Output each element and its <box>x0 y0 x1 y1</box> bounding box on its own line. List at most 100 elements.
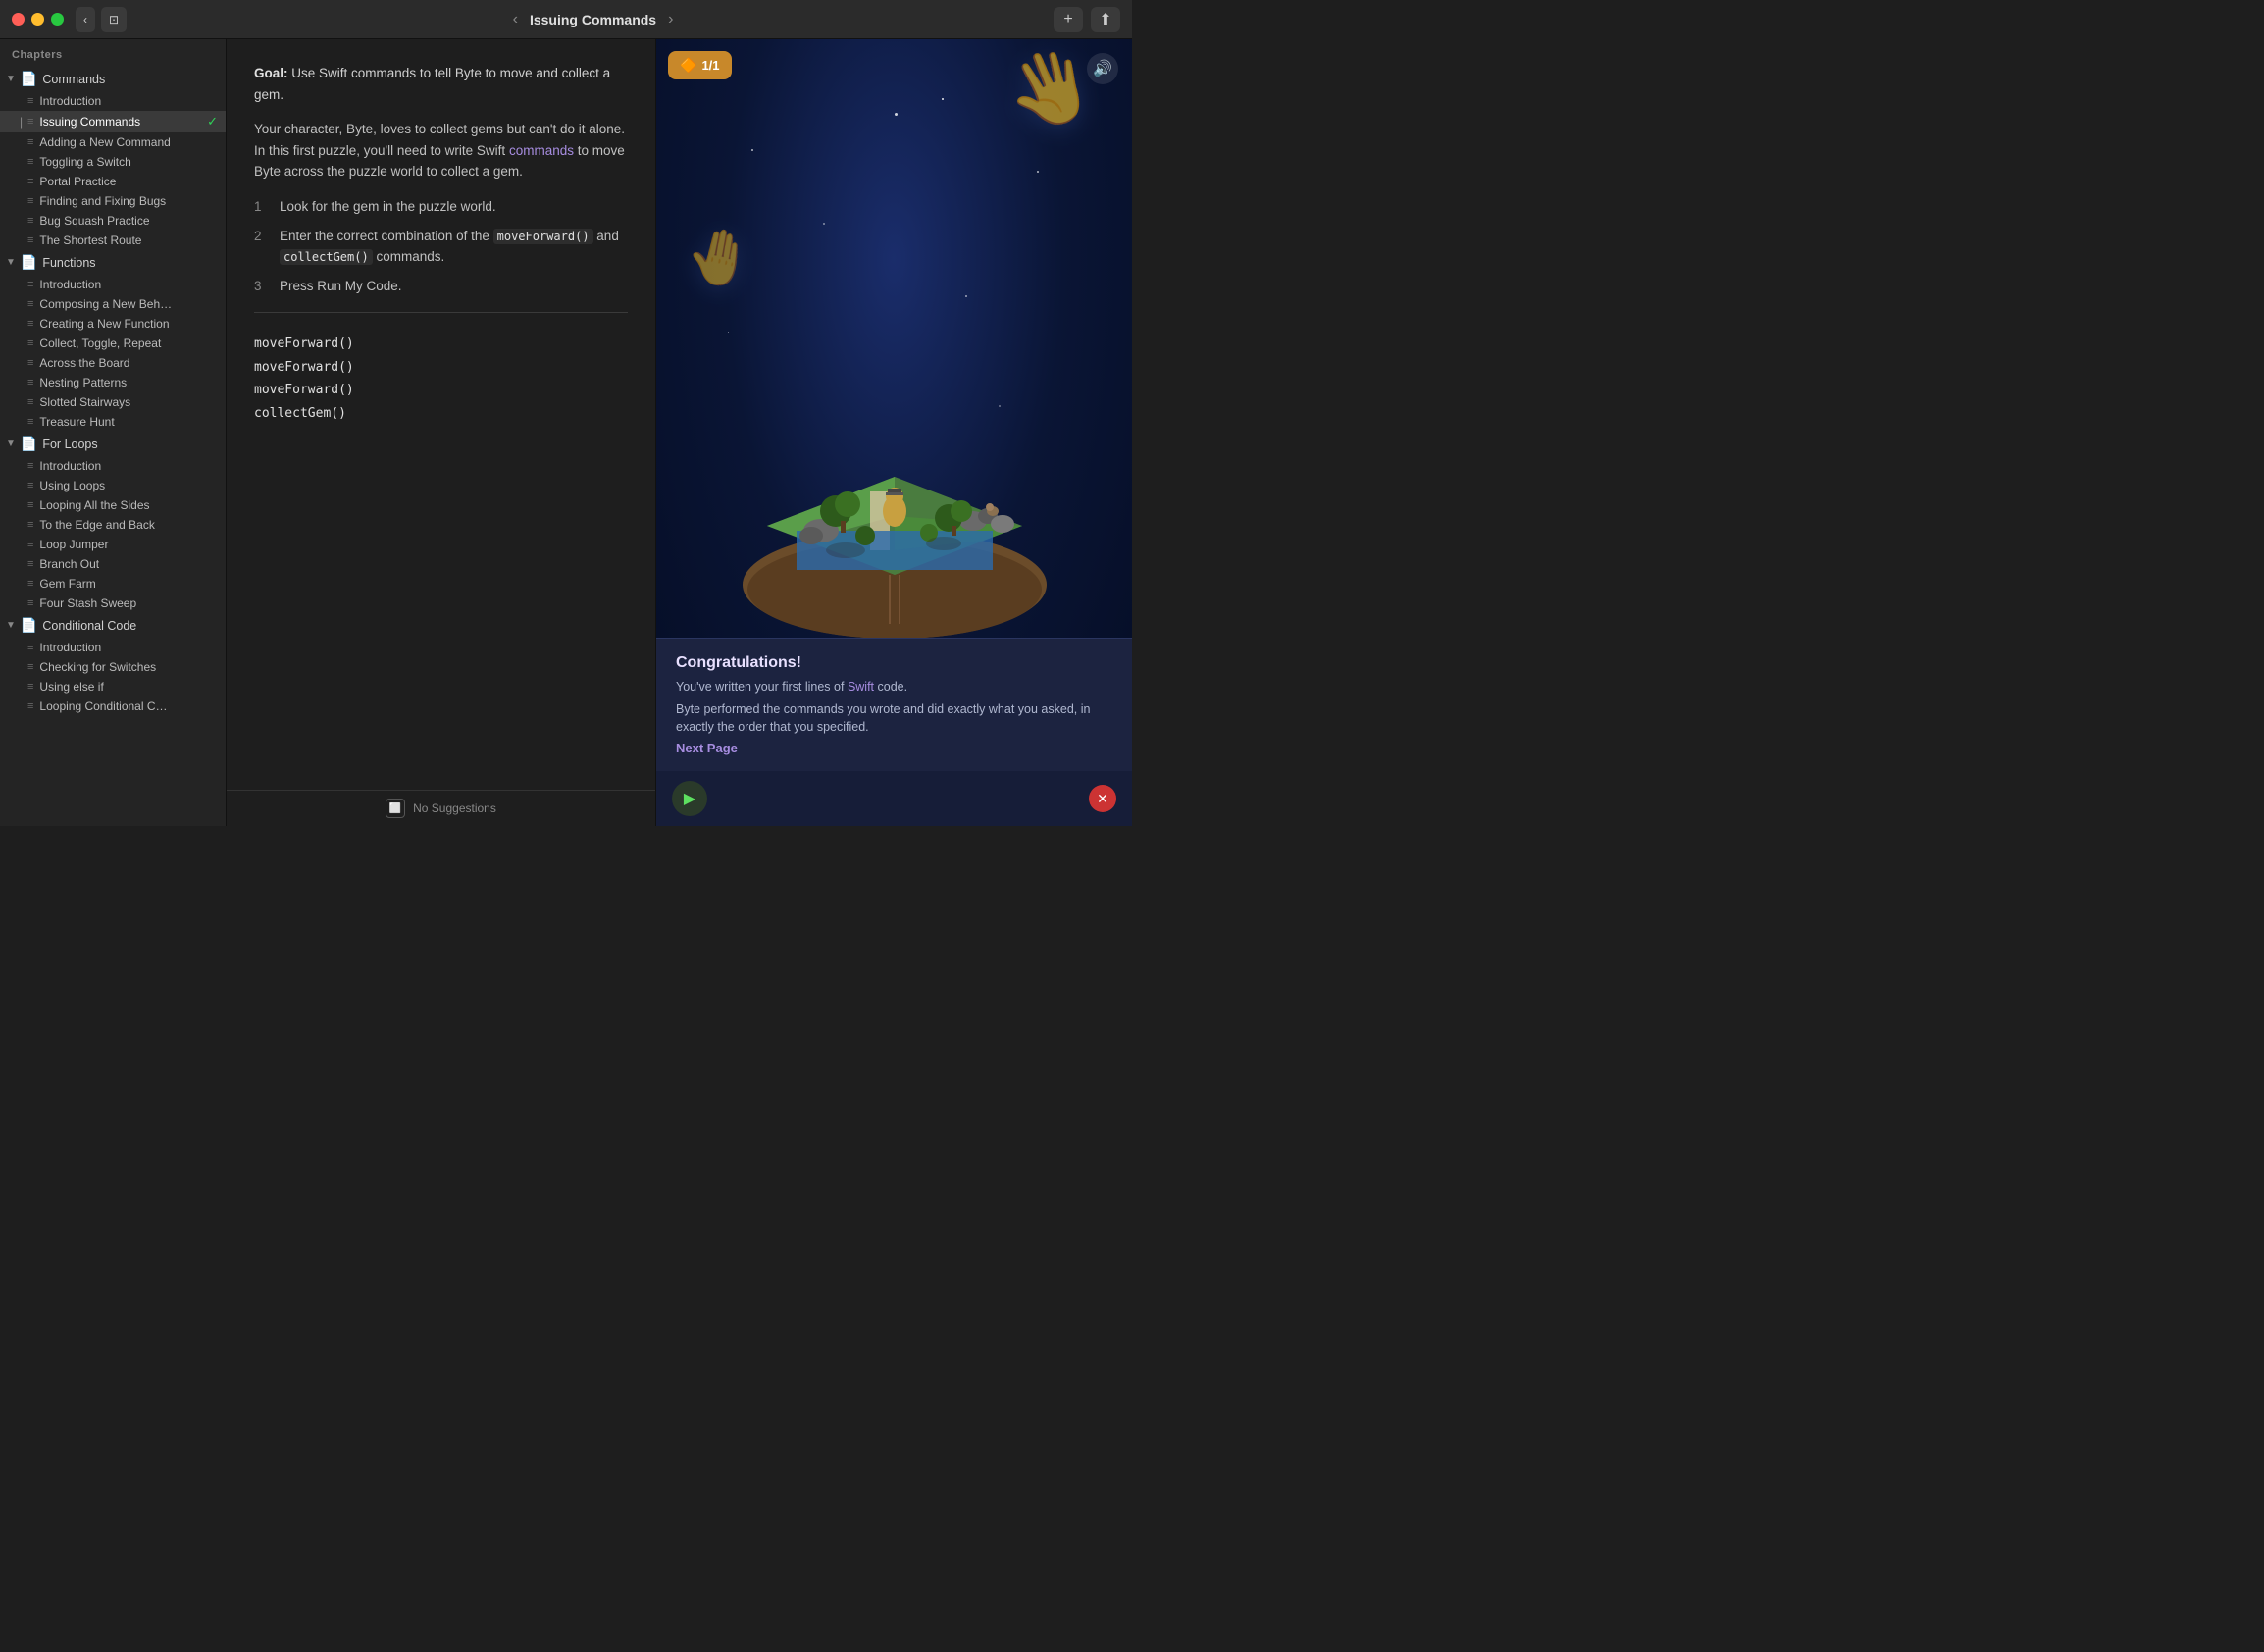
sidebar-item-gem-farm[interactable]: ≡ Gem Farm <box>0 574 226 594</box>
conditional-chevron: ▼ <box>6 620 16 631</box>
gem-icon: 🔶 <box>680 57 696 74</box>
list-icon: ≡ <box>27 116 33 128</box>
sidebar-item-forloops-intro[interactable]: ≡ Introduction <box>0 456 226 476</box>
congrats-panel: Congratulations! You've written your fir… <box>656 638 1132 771</box>
sidebar-item-slotted-stairways[interactable]: ≡ Slotted Stairways <box>0 392 226 412</box>
item-label: Bug Squash Practice <box>39 214 149 228</box>
code-block[interactable]: moveForward() moveForward() moveForward(… <box>254 329 628 429</box>
minimize-traffic-light[interactable] <box>31 13 44 26</box>
congrats-text-2: Byte performed the commands you wrote an… <box>676 700 1112 738</box>
close-traffic-light[interactable] <box>12 13 25 26</box>
sidebar-item-portal-practice[interactable]: ≡ Portal Practice <box>0 172 226 191</box>
volume-button[interactable]: 🔊 <box>1087 53 1118 84</box>
list-icon: ≡ <box>27 597 33 609</box>
sidebar-item-bug-squash[interactable]: ≡ Bug Squash Practice <box>0 211 226 231</box>
sidebar-item-to-edge-back[interactable]: ≡ To the Edge and Back <box>0 515 226 535</box>
sidebar-item-creating-new-function[interactable]: ≡ Creating a New Function <box>0 314 226 334</box>
fullscreen-traffic-light[interactable] <box>51 13 64 26</box>
step-2-num: 2 <box>254 226 268 268</box>
sidebar-item-adding-command[interactable]: ≡ Adding a New Command <box>0 132 226 152</box>
item-label: Using Loops <box>39 479 105 492</box>
sidebar-item-looping-all-sides[interactable]: ≡ Looping All the Sides <box>0 495 226 515</box>
sidebar-item-nesting-patterns[interactable]: ≡ Nesting Patterns <box>0 373 226 392</box>
list-icon: ≡ <box>27 377 33 388</box>
sidebar-item-shortest-route[interactable]: ≡ The Shortest Route <box>0 231 226 250</box>
list-icon: ≡ <box>27 681 33 693</box>
item-label: Treasure Hunt <box>39 415 114 429</box>
close-button[interactable]: ✕ <box>1089 785 1116 812</box>
functions-icon: 📄 <box>21 254 37 271</box>
sidebar-item-checking-switches[interactable]: ≡ Checking for Switches <box>0 657 226 677</box>
functions-section-label: Functions <box>42 256 95 270</box>
titlebar-center: ‹ Issuing Commands › <box>132 11 1054 28</box>
section-commands[interactable]: ▼ 📄 Commands <box>0 67 226 91</box>
list-icon: ≡ <box>27 318 33 330</box>
section-functions[interactable]: ▼ 📄 Functions <box>0 250 226 275</box>
layout-button[interactable]: ⊡ <box>101 7 127 32</box>
next-chapter-button[interactable]: › <box>668 11 673 28</box>
goal-text: Goal: Use Swift commands to tell Byte to… <box>254 63 628 105</box>
sidebar-item-functions-intro[interactable]: ≡ Introduction <box>0 275 226 294</box>
congrats-line1-end: code. <box>878 680 908 694</box>
sidebar-item-issuing-commands[interactable]: ≡ Issuing Commands ✓ <box>0 111 226 132</box>
code-line-3: moveForward() <box>254 379 628 401</box>
sidebar-item-commands-intro[interactable]: ≡ Introduction <box>0 91 226 111</box>
section-for-loops[interactable]: ▼ 📄 For Loops <box>0 432 226 456</box>
sidebar-item-looping-conditional[interactable]: ≡ Looping Conditional C… <box>0 697 226 716</box>
sidebar-item-using-else-if[interactable]: ≡ Using else if <box>0 677 226 697</box>
list-icon: ≡ <box>27 539 33 550</box>
next-page-button[interactable]: Next Page <box>676 741 738 755</box>
game-bottom-bar: ▶ ✕ <box>656 771 1132 826</box>
item-label: Composing a New Beh… <box>39 297 172 311</box>
hand-left: 🤚 <box>681 221 758 295</box>
item-label: Portal Practice <box>39 175 116 188</box>
code-collectgem: collectGem() <box>280 249 373 265</box>
titlebar: ‹ ⊡ ‹ Issuing Commands › + ⬆ <box>0 0 1132 39</box>
list-icon: ≡ <box>27 176 33 187</box>
commands-items: ≡ Introduction ≡ Issuing Commands ✓ ≡ Ad… <box>0 91 226 250</box>
list-icon: ≡ <box>27 416 33 428</box>
sidebar-item-four-stash-sweep[interactable]: ≡ Four Stash Sweep <box>0 594 226 613</box>
sidebar-item-finding-fixing-bugs[interactable]: ≡ Finding and Fixing Bugs <box>0 191 226 211</box>
sidebar-item-treasure-hunt[interactable]: ≡ Treasure Hunt <box>0 412 226 432</box>
star-1 <box>751 149 753 151</box>
swift-commands-link[interactable]: commands <box>509 143 574 158</box>
list-icon: ≡ <box>27 234 33 246</box>
share-button[interactable]: ⬆ <box>1091 7 1120 32</box>
sidebar-item-using-loops[interactable]: ≡ Using Loops <box>0 476 226 495</box>
sidebar-item-toggling-switch[interactable]: ≡ Toggling a Switch <box>0 152 226 172</box>
sidebar-item-collect-toggle-repeat[interactable]: ≡ Collect, Toggle, Repeat <box>0 334 226 353</box>
section-conditional-code[interactable]: ▼ 📄 Conditional Code <box>0 613 226 638</box>
sidebar-item-across-board[interactable]: ≡ Across the Board <box>0 353 226 373</box>
commands-icon: 📄 <box>21 71 37 87</box>
back-button[interactable]: ‹ <box>76 7 95 32</box>
sidebar-item-branch-out[interactable]: ≡ Branch Out <box>0 554 226 574</box>
prev-chapter-button[interactable]: ‹ <box>513 11 518 28</box>
chapter-title: Issuing Commands <box>530 12 656 27</box>
sidebar-item-composing-new-beh[interactable]: ≡ Composing a New Beh… <box>0 294 226 314</box>
step-1: 1 Look for the gem in the puzzle world. <box>254 196 628 218</box>
item-label: The Shortest Route <box>39 233 141 247</box>
check-icon: ✓ <box>207 114 218 129</box>
step-2: 2 Enter the correct combination of the m… <box>254 226 628 268</box>
list-icon: ≡ <box>27 558 33 570</box>
suggestions-icon: ⬜ <box>386 799 405 818</box>
list-icon: ≡ <box>27 195 33 207</box>
list-icon: ≡ <box>27 215 33 227</box>
item-label: Using else if <box>39 680 103 694</box>
star-8 <box>942 98 944 100</box>
conditional-items: ≡ Introduction ≡ Checking for Switches ≡… <box>0 638 226 716</box>
suggestions-label: No Suggestions <box>413 801 496 815</box>
item-label: Four Stash Sweep <box>39 596 136 610</box>
step-3: 3 Press Run My Code. <box>254 276 628 297</box>
sidebar-item-loop-jumper[interactable]: ≡ Loop Jumper <box>0 535 226 554</box>
add-button[interactable]: + <box>1054 7 1083 32</box>
item-label: Slotted Stairways <box>39 395 130 409</box>
list-icon: ≡ <box>27 156 33 168</box>
content-area: Goal: Use Swift commands to tell Byte to… <box>227 39 655 790</box>
sidebar-item-conditional-intro[interactable]: ≡ Introduction <box>0 638 226 657</box>
play-button[interactable]: ▶ <box>672 781 707 816</box>
item-label: Across the Board <box>39 356 129 370</box>
commands-chevron: ▼ <box>6 74 16 84</box>
suggestions-button[interactable]: ⬜ No Suggestions <box>386 799 496 818</box>
